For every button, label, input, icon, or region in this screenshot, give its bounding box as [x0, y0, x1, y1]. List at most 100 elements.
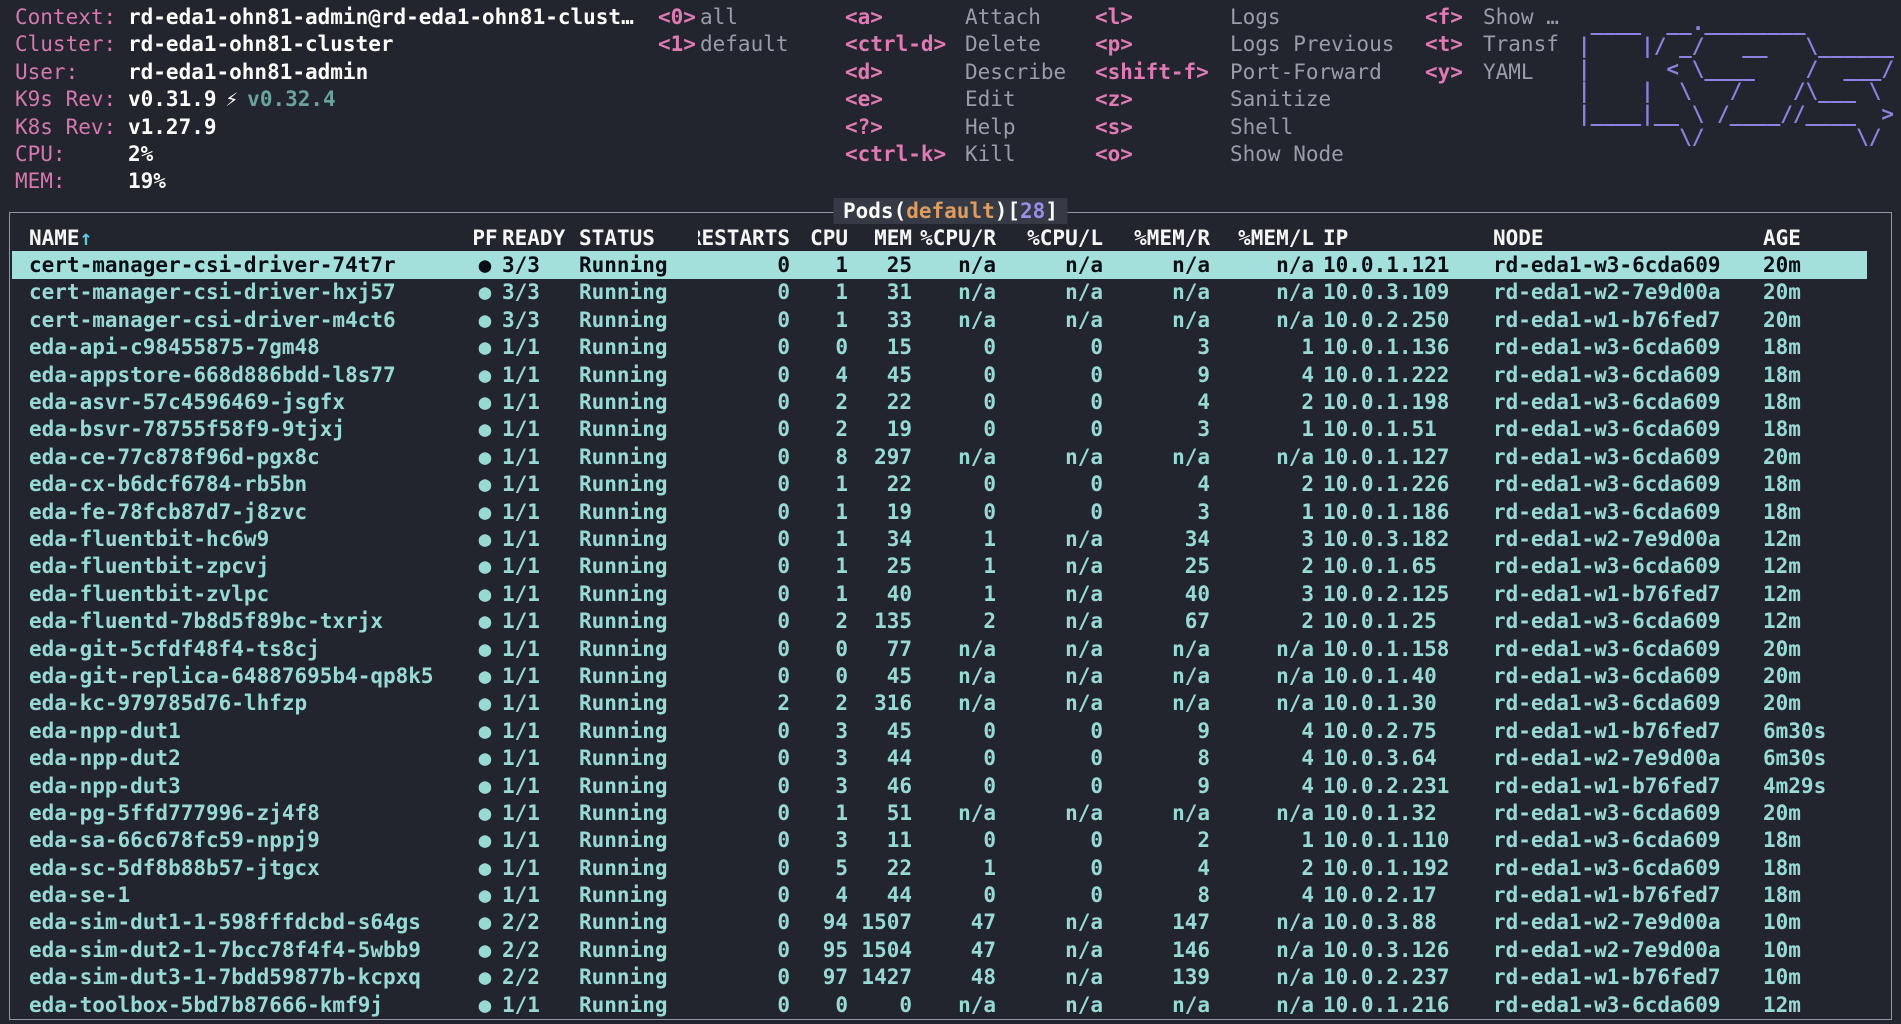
table-row[interactable]: eda-fe-78fcb87d7-j8zvc ● 1/1 Running 0 1…	[12, 498, 1867, 525]
pod-age: 4m29s	[1754, 772, 1867, 799]
column-label: %CPU/L	[1027, 226, 1103, 250]
table-row[interactable]: eda-cx-b6dcf6784-rb5bn ● 1/1 Running 0 1…	[12, 471, 1867, 498]
table-row[interactable]: eda-git-replica-64887695b4-qp8k5 ● 1/1 R…	[12, 662, 1867, 689]
restarts-count: 0	[698, 251, 790, 278]
mem-request-pct: 34	[1103, 525, 1210, 552]
table-row[interactable]: cert-manager-csi-driver-m4ct6 ● 3/3 Runn…	[12, 306, 1867, 333]
pod-name: eda-git-replica-64887695b4-qp8k5	[12, 662, 468, 689]
pod-status-dot-icon: ●	[468, 498, 502, 525]
hotkey-label: Logs	[1230, 4, 1281, 31]
cpu-value: 2	[790, 416, 848, 443]
table-row[interactable]: eda-git-5cfdf48f4-ts8cj ● 1/1 Running 0 …	[12, 635, 1867, 662]
hotkey-item: <d> Describe	[845, 59, 1066, 86]
pod-status-dot-icon: ●	[468, 717, 502, 744]
pod-age: 18m	[1754, 498, 1867, 525]
table-row[interactable]: eda-sim-dut1-1-598fffdcbd-s64gs ● 2/2 Ru…	[12, 909, 1867, 936]
pod-status-dot-icon: ●	[468, 854, 502, 881]
table-row[interactable]: eda-npp-dut2 ● 1/1 Running 0 3 44 0 0 8 …	[12, 744, 1867, 771]
node-name: rd-eda1-w3-6cda609	[1484, 690, 1754, 717]
ready-count: 1/1	[502, 662, 579, 689]
pod-name: eda-toolbox-5bd7b87666-kmf9j	[12, 991, 468, 1018]
ready-count: 1/1	[502, 772, 579, 799]
column-label: AGE	[1763, 226, 1801, 250]
pod-status: Running	[579, 525, 698, 552]
node-name: rd-eda1-w1-b76fed7	[1484, 964, 1754, 991]
pod-age: 10m	[1754, 964, 1867, 991]
table-row[interactable]: eda-kc-979785d76-lhfzp ● 1/1 Running 2 2…	[12, 690, 1867, 717]
hotkey-label: Show …	[1483, 4, 1559, 31]
pod-status: Running	[579, 498, 698, 525]
cpu-request-pct: n/a	[912, 306, 996, 333]
table-column-header: PF	[468, 224, 502, 251]
cpu-limit-pct: 0	[996, 772, 1103, 799]
table-row[interactable]: eda-ce-77c878f96d-pgx8c ● 1/1 Running 0 …	[12, 443, 1867, 470]
table-column-header: CPU	[790, 224, 848, 251]
table-row[interactable]: eda-sa-66c678fc59-nppj9 ● 1/1 Running 0 …	[12, 827, 1867, 854]
cpu-request-pct: n/a	[912, 690, 996, 717]
cpu-value: 3	[790, 827, 848, 854]
hotkey-item: <1> default	[658, 31, 789, 58]
hotkey-key: <?>	[845, 114, 965, 141]
node-name: rd-eda1-w3-6cda609	[1484, 498, 1754, 525]
pod-ip: 10.0.2.75	[1314, 717, 1484, 744]
table-row[interactable]: eda-fluentd-7b8d5f89bc-txrjx ● 1/1 Runni…	[12, 607, 1867, 634]
pod-status-dot-icon: ●	[468, 772, 502, 799]
upgrade-bolt-icon: ⚡	[226, 86, 239, 113]
table-row[interactable]: eda-sim-dut2-1-7bcc78f4f4-5wbb9 ● 2/2 Ru…	[12, 936, 1867, 963]
ready-count: 1/1	[502, 416, 579, 443]
table-row[interactable]: eda-sim-dut3-1-7bdd59877b-kcpxq ● 2/2 Ru…	[12, 964, 1867, 991]
node-name: rd-eda1-w1-b76fed7	[1484, 772, 1754, 799]
cpu-request-pct: 1	[912, 854, 996, 881]
node-name: rd-eda1-w3-6cda609	[1484, 251, 1754, 278]
mem-limit-pct: n/a	[1210, 662, 1314, 689]
pod-age: 18m	[1754, 854, 1867, 881]
column-label: NODE	[1493, 226, 1544, 250]
restarts-count: 0	[698, 936, 790, 963]
hotkey-key: <t>	[1425, 31, 1483, 58]
table-row[interactable]: eda-fluentbit-hc6w9 ● 1/1 Running 0 1 34…	[12, 525, 1867, 552]
cpu-request-pct: n/a	[912, 635, 996, 662]
cpu-request-pct: 0	[912, 772, 996, 799]
table-row[interactable]: cert-manager-csi-driver-hxj57 ● 3/3 Runn…	[12, 279, 1867, 306]
pod-status: Running	[579, 881, 698, 908]
restarts-count: 0	[698, 827, 790, 854]
cpu-limit-pct: n/a	[996, 690, 1103, 717]
table-row[interactable]: eda-appstore-668d886bdd-l8s77 ● 1/1 Runn…	[12, 361, 1867, 388]
mem-request-pct: 25	[1103, 553, 1210, 580]
mem-limit-pct: 2	[1210, 607, 1314, 634]
pod-status: Running	[579, 334, 698, 361]
restarts-count: 0	[698, 498, 790, 525]
pod-ip: 10.0.1.198	[1314, 388, 1484, 415]
table-row[interactable]: eda-fluentbit-zvlpc ● 1/1 Running 0 1 40…	[12, 580, 1867, 607]
table-row[interactable]: eda-fluentbit-zpcvj ● 1/1 Running 0 1 25…	[12, 553, 1867, 580]
restarts-count: 2	[698, 690, 790, 717]
table-row[interactable]: eda-bsvr-78755f58f9-9tjxj ● 1/1 Running …	[12, 416, 1867, 443]
node-name: rd-eda1-w3-6cda609	[1484, 553, 1754, 580]
table-row[interactable]: eda-sc-5df8b88b57-jtgcx ● 1/1 Running 0 …	[12, 854, 1867, 881]
table-row[interactable]: eda-asvr-57c4596469-jsgfx ● 1/1 Running …	[12, 388, 1867, 415]
table-row[interactable]: eda-toolbox-5bd7b87666-kmf9j ● 1/1 Runni…	[12, 991, 1867, 1018]
mem-request-pct: 4	[1103, 854, 1210, 881]
pod-name: eda-api-c98455875-7gm48	[12, 334, 468, 361]
pod-age: 18m	[1754, 471, 1867, 498]
pod-name: cert-manager-csi-driver-m4ct6	[12, 306, 468, 333]
restarts-count: 0	[698, 744, 790, 771]
cpu-value: 0	[790, 991, 848, 1018]
table-row[interactable]: eda-npp-dut1 ● 1/1 Running 0 3 45 0 0 9 …	[12, 717, 1867, 744]
ready-count: 3/3	[502, 279, 579, 306]
mem-request-pct: n/a	[1103, 690, 1210, 717]
hotkey-key: <ctrl-k>	[845, 141, 965, 168]
table-row[interactable]: cert-manager-csi-driver-74t7r ● 3/3 Runn…	[12, 251, 1867, 278]
table-row[interactable]: eda-api-c98455875-7gm48 ● 1/1 Running 0 …	[12, 334, 1867, 361]
pod-status-dot-icon: ●	[468, 334, 502, 361]
column-label: PF	[472, 226, 497, 250]
table-row[interactable]: eda-npp-dut3 ● 1/1 Running 0 3 46 0 0 9 …	[12, 772, 1867, 799]
mem-value: 45	[848, 717, 912, 744]
table-row[interactable]: eda-se-1 ● 1/1 Running 0 4 44 0 0 8 4 10…	[12, 881, 1867, 908]
cpu-request-pct: 0	[912, 388, 996, 415]
info-label: CPU:	[15, 141, 128, 168]
ready-count: 3/3	[502, 306, 579, 333]
cpu-limit-pct: 0	[996, 498, 1103, 525]
info-label: MEM:	[15, 168, 128, 195]
table-row[interactable]: eda-pg-5ffd777996-zj4f8 ● 1/1 Running 0 …	[12, 799, 1867, 826]
